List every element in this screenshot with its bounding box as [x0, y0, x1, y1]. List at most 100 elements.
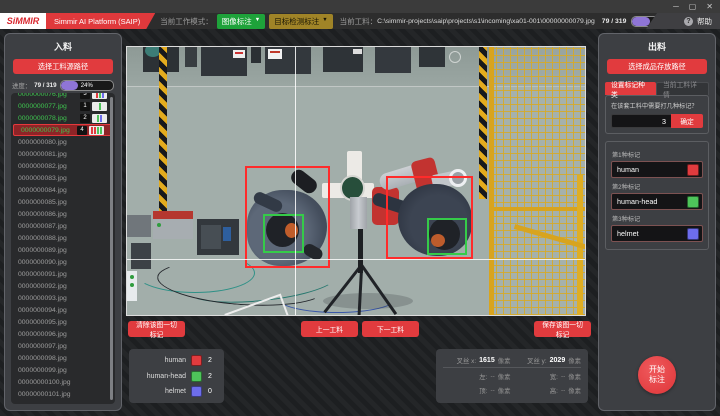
box-top-label: 顶: [479, 386, 487, 395]
mark-1-color-swatch[interactable] [687, 164, 699, 176]
header-progress-count: 79 / 319 [602, 18, 627, 25]
file-list-item[interactable]: 0000000097.jpg [11, 340, 115, 352]
file-list-item[interactable]: 0000000092.jpg [11, 280, 115, 292]
mark-types-group: 第1种标记 human 第2种标记 human-head 第3种标记 helme… [605, 141, 709, 250]
file-list-item[interactable]: 0000000084.jpg [11, 184, 115, 196]
mark-2-name-input[interactable]: human-head [617, 197, 687, 206]
mark-2-color-swatch[interactable] [687, 196, 699, 208]
file-list-item[interactable]: 0000000088.jpg [11, 232, 115, 244]
annotation-count-badge: 4 [77, 126, 87, 135]
minimize-icon[interactable]: ─ [673, 1, 679, 12]
outgoing-tabs: 设置标记种类 当前工料详情 [605, 82, 709, 95]
incoming-panel-title: 入料 [5, 40, 121, 53]
file-name: 0000000086.jpg [18, 211, 107, 218]
clear-marks-button[interactable]: 清除该图一切标记 [128, 321, 185, 337]
confirm-button[interactable]: 确定 [671, 114, 703, 128]
file-list-item[interactable]: 0000000085.jpg [11, 196, 115, 208]
annotation-color-strip [92, 114, 107, 123]
mark-3-name-input[interactable]: helmet [617, 229, 687, 238]
mark-2-label: 第2种标记 [612, 182, 702, 191]
file-name: 0000000079.jpg [21, 127, 77, 134]
file-list-item[interactable]: 0000000082.jpg [11, 160, 115, 172]
mark-3-label: 第3种标记 [612, 214, 702, 223]
start-annotation-line1: 开始 [649, 365, 665, 375]
box-left-value: -- [490, 373, 494, 380]
header-help-area: ? 帮助 [646, 13, 720, 29]
mark-3-color-swatch[interactable] [687, 228, 699, 240]
file-name: 0000000083.jpg [18, 175, 107, 182]
mark-1-name-input[interactable]: human [617, 165, 687, 174]
help-icon[interactable]: ? [684, 17, 693, 26]
file-list-item[interactable]: 0000000077.jpg 1 [11, 100, 115, 112]
file-name: 0000000094.jpg [18, 307, 107, 314]
file-list-item[interactable]: 0000000086.jpg [11, 208, 115, 220]
file-list-item[interactable]: 0000000094.jpg [11, 304, 115, 316]
legend-count: 2 [202, 373, 218, 380]
label-legend: human 2 human-head 2 helmet 0 [129, 349, 224, 403]
current-file-path: C:\simmir-projects\saip\projects\s1\inco… [377, 18, 595, 25]
file-name: 0000000099.jpg [18, 367, 107, 374]
file-list-item[interactable]: 0000000083.jpg [11, 172, 115, 184]
annotation-box-human-head[interactable] [263, 214, 304, 253]
prev-item-button[interactable]: 上一工料 [301, 321, 358, 337]
help-label[interactable]: 帮助 [697, 16, 712, 27]
file-list-item[interactable]: 0000000089.jpg [11, 244, 115, 256]
maximize-icon[interactable]: ▢ [689, 1, 697, 12]
start-annotation-button[interactable]: 开始 标注 [638, 356, 676, 394]
file-list-item[interactable]: 0000000087.jpg [11, 220, 115, 232]
progress-label: 进度： [12, 81, 31, 90]
file-list-item[interactable]: 0000000080.jpg [11, 136, 115, 148]
file-list-item[interactable]: 0000000099.jpg [11, 364, 115, 376]
mark-2-row: human-head [611, 193, 703, 210]
current-file-label: 当前工料： [340, 16, 378, 27]
mark-count-input[interactable]: 3 [611, 114, 671, 128]
annotation-color-strip [92, 102, 107, 111]
file-list-item[interactable]: 0000000091.jpg [11, 268, 115, 280]
file-name: 0000000084.jpg [18, 187, 107, 194]
file-list-item[interactable]: 00000000101.jpg [11, 388, 115, 400]
annotation-box-human-head[interactable] [427, 218, 467, 255]
label-color-swatch [191, 386, 202, 397]
file-list-item[interactable]: 0000000098.jpg [11, 352, 115, 364]
file-list-item[interactable]: 0000000076.jpg 3 [11, 93, 115, 100]
start-annotation-line2: 标注 [649, 375, 665, 385]
select-source-path-button[interactable]: 选择工料源路径 [13, 59, 113, 74]
annotation-count-badge: 1 [80, 102, 90, 111]
file-name: 0000000085.jpg [18, 199, 107, 206]
file-name: 0000000093.jpg [18, 295, 107, 302]
outgoing-panel-title: 出料 [599, 40, 715, 53]
file-list-item[interactable]: 0000000079.jpg 4 [13, 124, 113, 136]
file-list-item[interactable]: 0000000093.jpg [11, 292, 115, 304]
image-canvas[interactable] [126, 46, 586, 316]
file-list-item[interactable]: 0000000081.jpg [11, 148, 115, 160]
pixel-unit: 像素 [498, 372, 511, 381]
coordinates-panel: 叉丝 x: 1615 像素 叉丝 y: 2029 像素 左: -- 像素 宽: … [436, 349, 588, 403]
app-header: SiMMIR Simmir AI Platform (SAIP) 当前工作模式：… [0, 13, 720, 29]
file-list-item[interactable]: 0000000078.jpg 2 [11, 112, 115, 124]
mode-image-annotation-dropdown[interactable]: 图像标注 ▼ [217, 14, 265, 29]
close-icon[interactable]: ✕ [706, 1, 713, 12]
mark-3-row: helmet [611, 225, 703, 242]
file-list-item[interactable]: 0000000090.jpg [11, 256, 115, 268]
brand-logo: SiMMIR [0, 13, 46, 29]
file-list-item[interactable]: 0000000096.jpg [11, 328, 115, 340]
legend-count: 0 [202, 388, 218, 395]
mode-object-detection-dropdown[interactable]: 目标检测标注 ▼ [269, 14, 332, 29]
file-name: 0000000088.jpg [18, 235, 107, 242]
file-list-scrollbar[interactable] [110, 97, 113, 400]
annotation-color-strip [92, 93, 107, 99]
crosshair-x-label: 叉丝 x: [457, 356, 477, 365]
annotation-layer [127, 47, 585, 315]
select-output-path-button[interactable]: 选择成品存放路径 [607, 59, 707, 74]
tab-current-item-details[interactable]: 当前工料详情 [656, 82, 709, 95]
file-list-item[interactable]: 00000000100.jpg [11, 376, 115, 388]
pixel-unit: 像素 [568, 372, 581, 381]
file-name: 0000000082.jpg [18, 163, 107, 170]
next-item-button[interactable]: 下一工料 [362, 321, 419, 337]
incoming-progress-row: 进度： 79 / 319 24% [12, 80, 114, 91]
tab-set-mark-types[interactable]: 设置标记种类 [605, 82, 656, 95]
file-name: 0000000087.jpg [18, 223, 107, 230]
file-list-item[interactable]: 0000000095.jpg [11, 316, 115, 328]
box-top-value: -- [490, 387, 494, 394]
save-marks-button[interactable]: 保存该图一切标记 [534, 321, 591, 337]
